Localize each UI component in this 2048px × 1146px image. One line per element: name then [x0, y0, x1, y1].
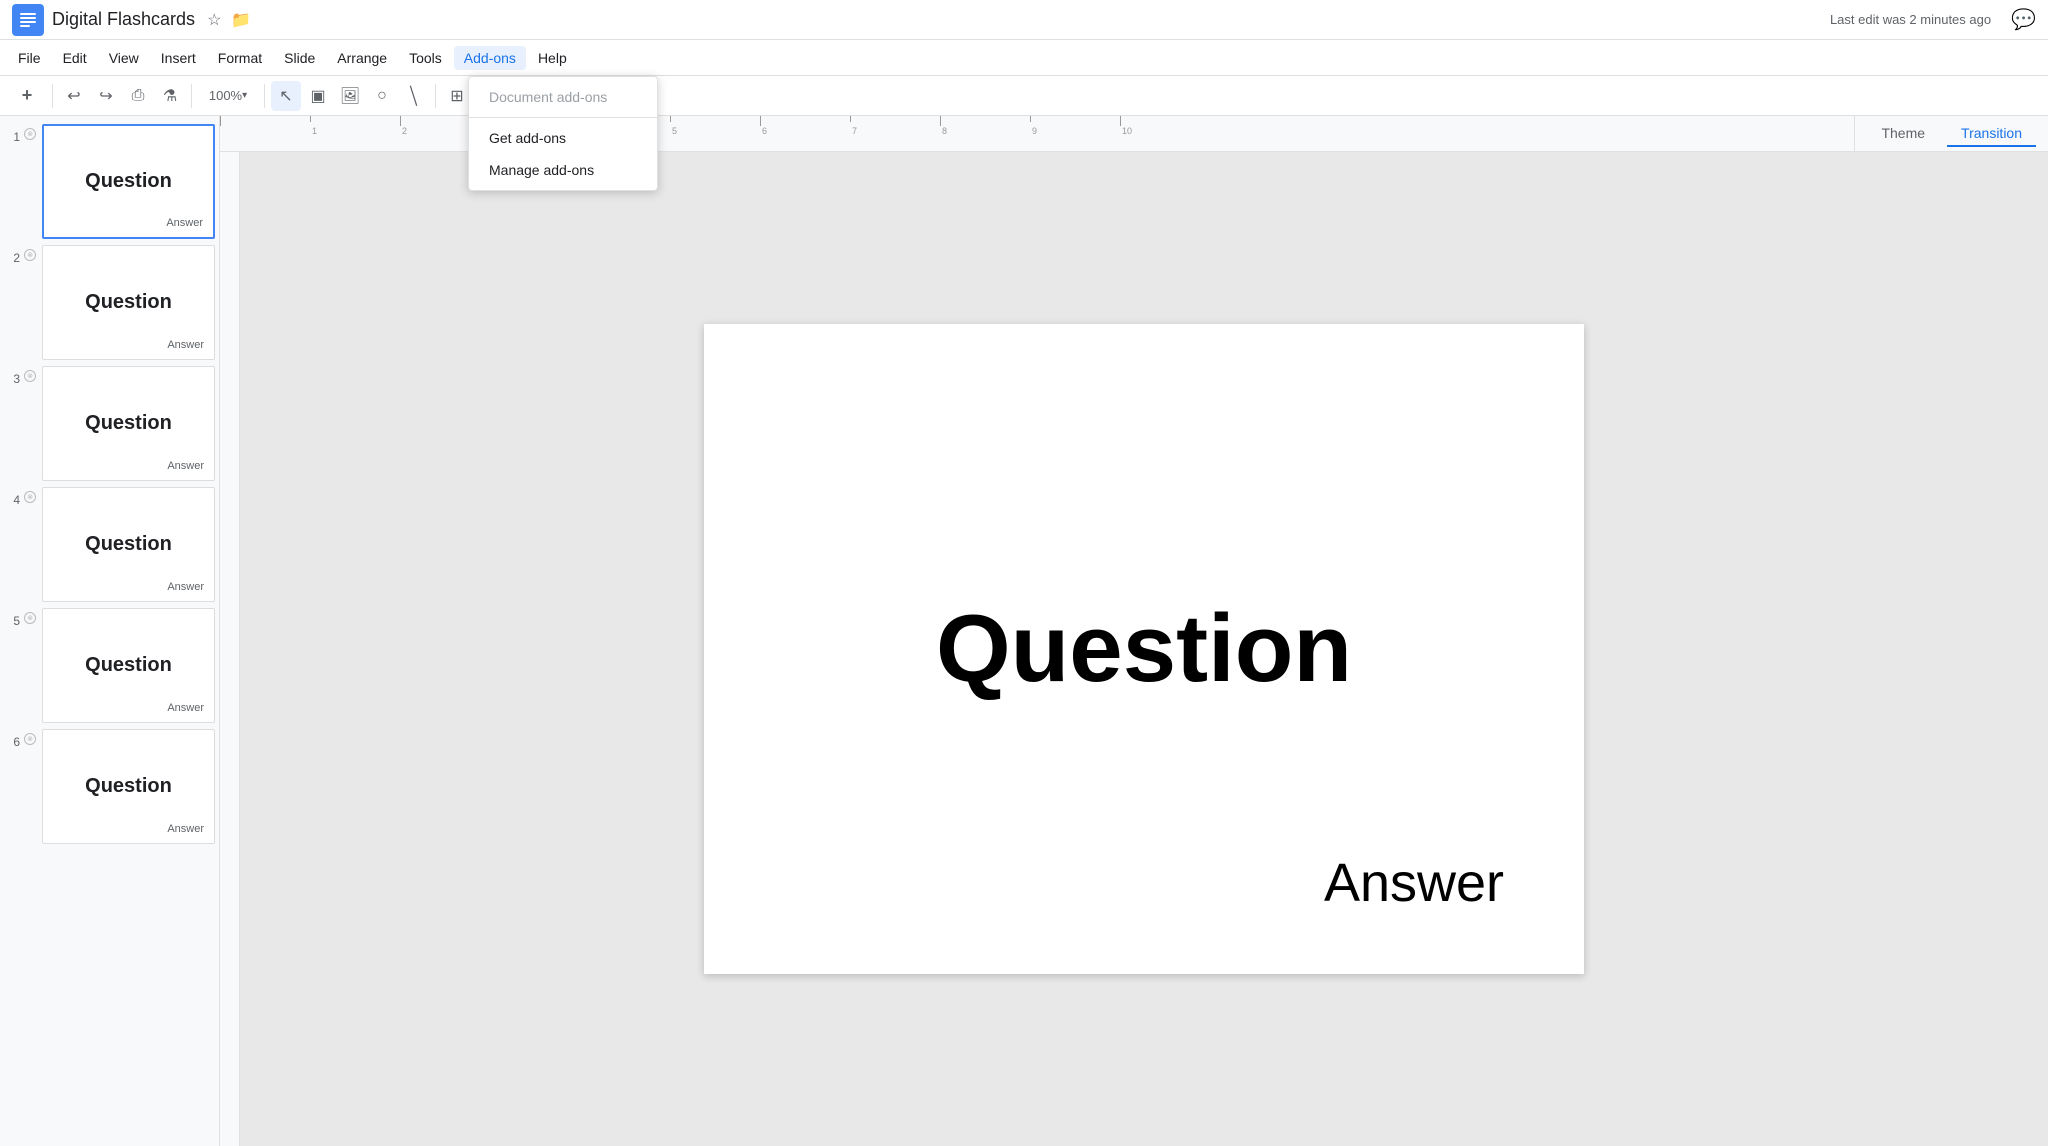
dropdown-item-manage-addons[interactable]: Manage add-ons	[469, 154, 657, 186]
dropdown-item-get-addons[interactable]: Get add-ons	[469, 122, 657, 154]
dropdown-separator	[469, 117, 657, 118]
addons-dropdown: Document add-ons Get add-ons Manage add-…	[468, 76, 658, 191]
dropdown-overlay[interactable]	[0, 0, 2048, 1146]
dropdown-item-document-addons[interactable]: Document add-ons	[469, 81, 657, 113]
